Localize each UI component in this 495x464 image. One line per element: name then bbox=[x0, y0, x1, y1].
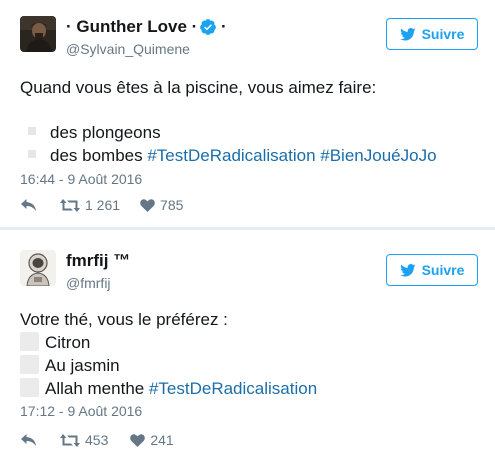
bullet-square bbox=[28, 150, 36, 158]
hashtag-link[interactable]: #TestDeRadicalisation bbox=[149, 379, 317, 398]
timestamp[interactable]: 16:44 - 9 Août 2016 bbox=[20, 171, 142, 187]
reply-button[interactable] bbox=[20, 433, 50, 447]
option-checkbox bbox=[20, 355, 39, 374]
avatar-photo-icon bbox=[20, 16, 56, 52]
poll-option: des plongeons bbox=[28, 121, 161, 144]
retweet-count: 453 bbox=[85, 432, 109, 448]
retweet-icon bbox=[60, 433, 80, 447]
heart-icon bbox=[130, 433, 146, 447]
follow-button[interactable]: Suivre bbox=[386, 254, 478, 286]
like-count: 241 bbox=[150, 432, 174, 448]
display-name[interactable]: fmrfij ™ bbox=[66, 251, 130, 271]
retweet-button[interactable]: 1 261 bbox=[60, 197, 120, 213]
tweet-actions: 453 241 bbox=[20, 432, 174, 448]
retweet-count: 1 261 bbox=[85, 197, 121, 213]
tweet-intro: Votre thé, vous le préférez : bbox=[20, 310, 228, 329]
tweet: fmrfij ™ @fmrfij Suivre Votre thé, vous … bbox=[0, 230, 495, 464]
option-text: des bombes bbox=[50, 146, 148, 165]
poll-option: des bombes #TestDeRadicalisation #BienJo… bbox=[28, 144, 437, 167]
follow-label: Suivre bbox=[421, 262, 465, 278]
avatar[interactable] bbox=[20, 250, 56, 286]
bullet-square bbox=[28, 127, 36, 135]
option-text: Au jasmin bbox=[45, 356, 120, 375]
poll-option: Citron bbox=[20, 331, 90, 354]
option-text: Allah menthe bbox=[45, 379, 149, 398]
retweet-icon bbox=[60, 198, 80, 212]
option-checkbox bbox=[20, 332, 39, 351]
timestamp[interactable]: 17:12 - 9 Août 2016 bbox=[20, 403, 142, 419]
tweet-intro: Quand vous êtes à la piscine, vous aimez… bbox=[20, 78, 377, 97]
poll-option: Allah menthe #TestDeRadicalisation bbox=[20, 377, 317, 400]
display-name-row[interactable]: · Gunther Love · bbox=[66, 17, 197, 37]
like-button[interactable]: 785 bbox=[140, 197, 183, 213]
like-count: 785 bbox=[160, 197, 184, 213]
poll-option: Au jasmin bbox=[20, 354, 120, 377]
reply-icon bbox=[21, 434, 36, 446]
option-text: Citron bbox=[45, 333, 91, 352]
follow-label: Suivre bbox=[421, 26, 465, 42]
name-trailing-dot: · bbox=[221, 17, 227, 36]
reply-icon bbox=[21, 199, 36, 211]
like-button[interactable]: 241 bbox=[130, 432, 174, 448]
tweet-actions: 1 261 785 bbox=[20, 197, 183, 213]
handle[interactable]: @fmrfij bbox=[66, 275, 111, 291]
heart-icon bbox=[140, 198, 155, 212]
display-name-row[interactable]: fmrfij ™ bbox=[66, 251, 130, 271]
option-checkbox bbox=[20, 378, 39, 397]
display-name[interactable]: · Gunther Love · bbox=[66, 17, 197, 37]
tweet: · Gunther Love · · @Sylvain_Quimene Suiv… bbox=[0, 0, 495, 227]
follow-button[interactable]: Suivre bbox=[386, 18, 478, 50]
bird-icon bbox=[399, 27, 416, 40]
retweet-button[interactable]: 453 bbox=[60, 432, 108, 448]
avatar-photo-icon bbox=[20, 250, 56, 286]
avatar[interactable] bbox=[20, 16, 56, 52]
handle[interactable]: @Sylvain_Quimene bbox=[66, 41, 190, 57]
hashtag-link[interactable]: #TestDeRadicalisation #BienJouéJoJo bbox=[147, 146, 436, 165]
bird-icon bbox=[399, 263, 416, 276]
option-text: des plongeons bbox=[50, 123, 161, 142]
reply-button[interactable] bbox=[20, 198, 50, 212]
verified-badge-icon bbox=[200, 19, 216, 35]
